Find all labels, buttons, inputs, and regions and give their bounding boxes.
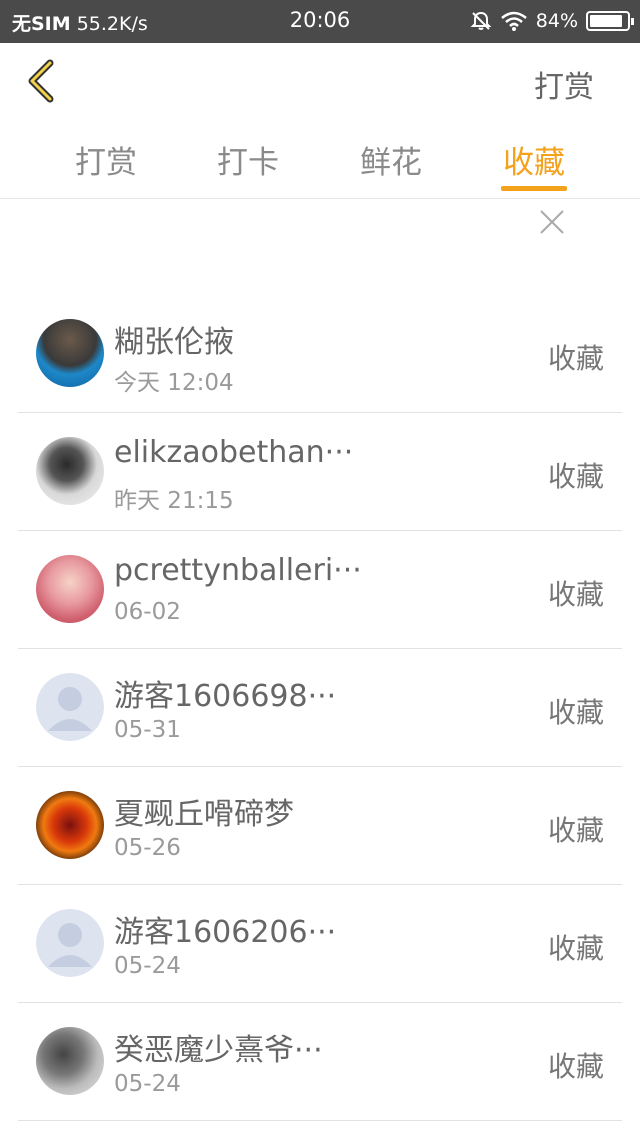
entry-action: 收藏: [547, 342, 604, 375]
mute-bell-icon: [470, 11, 492, 30]
entry-date: 06-02: [114, 599, 181, 625]
list-item[interactable]: pcrettynballeri··· 06-02 收藏: [18, 531, 622, 649]
entry-date: 05-24: [114, 1071, 181, 1097]
tab-reward[interactable]: 打赏: [56, 137, 156, 182]
user-name: 夏觋丘嗗碲梦: [114, 797, 294, 832]
list-item[interactable]: elikzaobethan··· 昨天 21:15 收藏: [18, 413, 622, 531]
user-name: elikzaobethan···: [114, 435, 354, 470]
status-bar: 无SIM 55.2K/s 20:06 84%: [0, 0, 640, 43]
entry-action: 收藏: [547, 932, 604, 965]
status-right: 84%: [470, 8, 634, 34]
battery-icon: [586, 11, 634, 31]
active-tab-indicator: [501, 186, 567, 191]
tab-favorites[interactable]: 收藏: [484, 137, 584, 182]
user-name: 癸恶魔少熹爷···: [114, 1033, 323, 1068]
entry-action: 收藏: [547, 578, 604, 611]
list-item[interactable]: 糊张伦掖 今天 12:04 收藏: [18, 295, 622, 413]
entry-date: 05-26: [114, 835, 181, 861]
close-icon[interactable]: [538, 208, 566, 236]
entry-action: 收藏: [547, 1050, 604, 1083]
user-name: 游客1606698···: [114, 679, 337, 714]
wifi-icon: [500, 11, 527, 31]
tab-flowers[interactable]: 鲜花: [341, 137, 441, 182]
avatar: [36, 673, 104, 741]
avatar: [36, 319, 104, 387]
entry-action: 收藏: [547, 814, 604, 847]
entry-date: 05-24: [114, 953, 181, 979]
user-name: 糊张伦掖: [114, 325, 234, 360]
list-item[interactable]: 游客1606698··· 05-31 收藏: [18, 649, 622, 767]
entry-date: 今天 12:04: [114, 370, 234, 396]
user-name: 游客1606206···: [114, 915, 337, 950]
nav-bar: 打赏: [0, 43, 640, 123]
battery-percent: 84%: [535, 10, 578, 32]
avatar: [36, 437, 104, 505]
user-name: pcrettynballeri···: [114, 553, 362, 588]
avatar: [36, 909, 104, 977]
chevron-left-icon[interactable]: [22, 57, 62, 105]
list-item[interactable]: 夏觋丘嗗碲梦 05-26 收藏: [18, 767, 622, 885]
list-item[interactable]: 游客1606206··· 05-24 收藏: [18, 885, 622, 1003]
entry-action: 收藏: [547, 460, 604, 493]
entry-date: 05-31: [114, 717, 181, 743]
avatar: [36, 1027, 104, 1095]
list-item[interactable]: 癸恶魔少熹爷··· 05-24 收藏: [18, 1003, 622, 1121]
entry-action: 收藏: [547, 696, 604, 729]
tab-bar: 打赏 打卡 鲜花 收藏: [0, 123, 640, 199]
entry-date: 昨天 21:15: [114, 488, 234, 514]
favorites-list: 糊张伦掖 今天 12:04 收藏 elikzaobethan··· 昨天 21:…: [18, 295, 622, 1121]
reward-button[interactable]: 打赏: [534, 62, 594, 106]
avatar: [36, 791, 104, 859]
tab-checkin[interactable]: 打卡: [198, 137, 298, 182]
avatar: [36, 555, 104, 623]
